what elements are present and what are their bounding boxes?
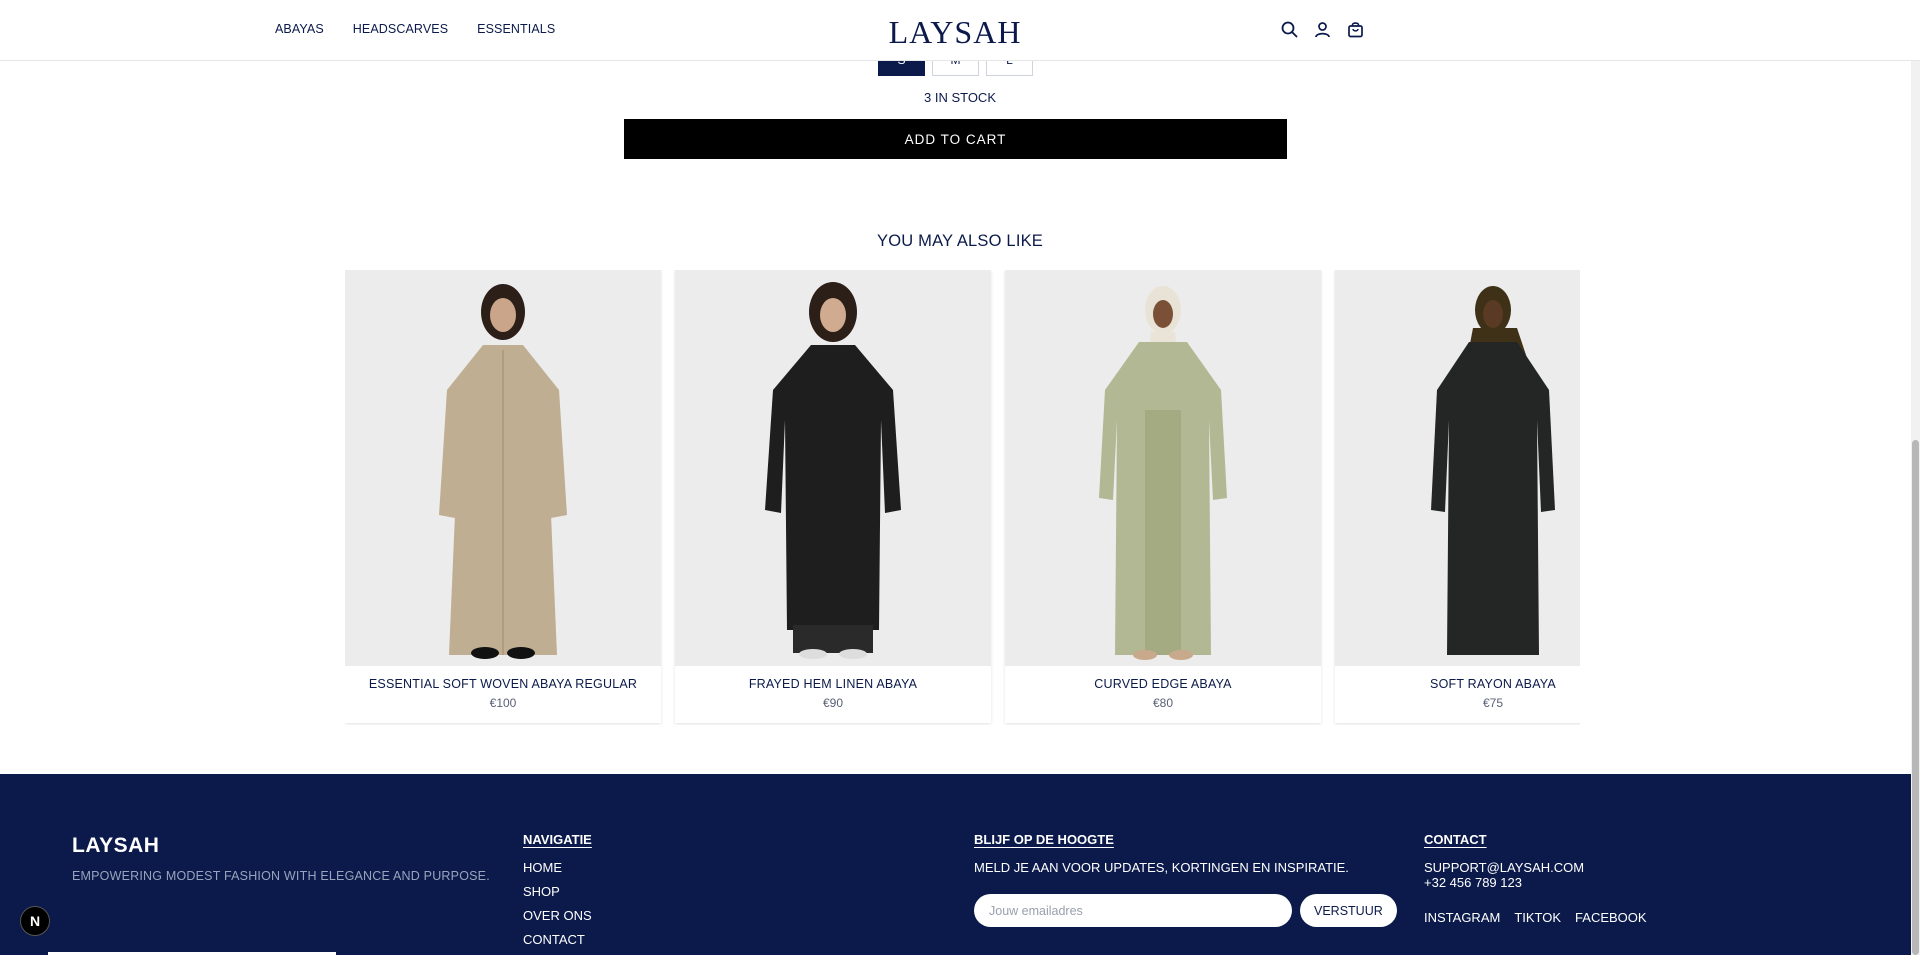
logo-text: LAYSAH <box>888 13 1022 50</box>
product-image[interactable] <box>1005 270 1321 666</box>
product-price: €80 <box>1152 696 1174 710</box>
related-title: YOU MAY ALSO LIKE <box>876 232 1044 250</box>
dev-tools-badge[interactable]: N <box>20 906 50 936</box>
nav-essentials[interactable]: ESSENTIALS <box>477 22 555 36</box>
product-name: FRAYED HEM LINEN ABAYA <box>748 677 918 691</box>
cart-icon[interactable] <box>1346 20 1365 39</box>
product-card[interactable]: CURVED EDGE ABAYA €80 <box>1005 270 1321 723</box>
account-icon[interactable] <box>1313 20 1332 39</box>
social-tiktok[interactable]: TIKTOK <box>1514 910 1561 925</box>
product-price: €75 <box>1482 696 1504 710</box>
product-price: €100 <box>489 696 517 710</box>
product-name: SOFT RAYON ABAYA <box>1430 677 1556 691</box>
footer-contact: CONTACT SUPPORT@LAYSAH.COM +32 456 789 1… <box>1424 832 1647 925</box>
footer-link-contact[interactable]: CONTACT <box>523 932 592 947</box>
stock-status: 3 IN STOCK <box>923 90 996 105</box>
contact-phone: +32 456 789 123 <box>1424 875 1522 890</box>
social-instagram[interactable]: INSTAGRAM <box>1424 910 1500 925</box>
footer-link-shop[interactable]: SHOP <box>523 884 592 899</box>
product-image[interactable] <box>1335 270 1580 666</box>
footer-nav-title: NAVIGATIE <box>523 832 592 847</box>
footer-brand: LAYSAH <box>72 834 160 857</box>
nav-headscarves[interactable]: HEADSCARVES <box>353 22 448 36</box>
footer-link-home[interactable]: HOME <box>523 860 592 875</box>
product-price: €90 <box>822 696 844 710</box>
product-image[interactable] <box>345 270 661 666</box>
contact-email[interactable]: SUPPORT@LAYSAH.COM <box>1424 860 1647 875</box>
newsletter-submit-button[interactable]: VERSTUUR <box>1300 894 1397 927</box>
add-to-cart-button[interactable]: ADD TO CART <box>624 119 1287 159</box>
footer-link-over-ons[interactable]: OVER ONS <box>523 908 592 923</box>
site-header: ABAYAS HEADSCARVES ESSENTIALS LAYSAH <box>0 0 1920 61</box>
contact-title: CONTACT <box>1424 832 1487 847</box>
social-facebook[interactable]: FACEBOOK <box>1575 910 1647 925</box>
scrollbar-thumb[interactable] <box>1912 440 1919 955</box>
newsletter-text: MELD JE AAN VOOR UPDATES, KORTINGEN EN I… <box>974 860 1349 875</box>
product-card[interactable]: SOFT RAYON ABAYA €75 <box>1335 270 1580 723</box>
page-scrollbar[interactable] <box>1911 0 1920 955</box>
main-nav: ABAYAS HEADSCARVES ESSENTIALS <box>275 22 555 36</box>
header-icons <box>1280 20 1365 39</box>
product-image[interactable] <box>675 270 991 666</box>
social-links: INSTAGRAM TIKTOK FACEBOOK <box>1424 910 1647 925</box>
footer-tagline: EMPOWERING MODEST FASHION WITH ELEGANCE … <box>72 869 490 883</box>
product-card[interactable]: FRAYED HEM LINEN ABAYA €90 <box>675 270 991 723</box>
footer-newsletter: BLIJF OP DE HOOGTE MELD JE AAN VOOR UPDA… <box>974 832 1349 875</box>
newsletter-title: BLIJF OP DE HOOGTE <box>974 832 1114 847</box>
search-icon[interactable] <box>1280 20 1299 39</box>
site-logo[interactable]: LAYSAH <box>889 12 1021 52</box>
footer-nav: NAVIGATIE HOME SHOP OVER ONS CONTACT <box>523 832 592 955</box>
nav-abayas[interactable]: ABAYAS <box>275 22 324 36</box>
newsletter-form: VERSTUUR <box>974 894 1397 927</box>
site-footer: LAYSAH EMPOWERING MODEST FASHION WITH EL… <box>0 774 1920 955</box>
newsletter-email-input[interactable] <box>974 894 1292 927</box>
product-name: ESSENTIAL SOFT WOVEN ABAYA REGULAR <box>368 677 638 691</box>
product-name: CURVED EDGE ABAYA <box>1094 677 1232 691</box>
product-card[interactable]: ESSENTIAL SOFT WOVEN ABAYA REGULAR €100 <box>345 270 661 723</box>
related-products: ESSENTIAL SOFT WOVEN ABAYA REGULAR €100 … <box>345 270 1580 725</box>
